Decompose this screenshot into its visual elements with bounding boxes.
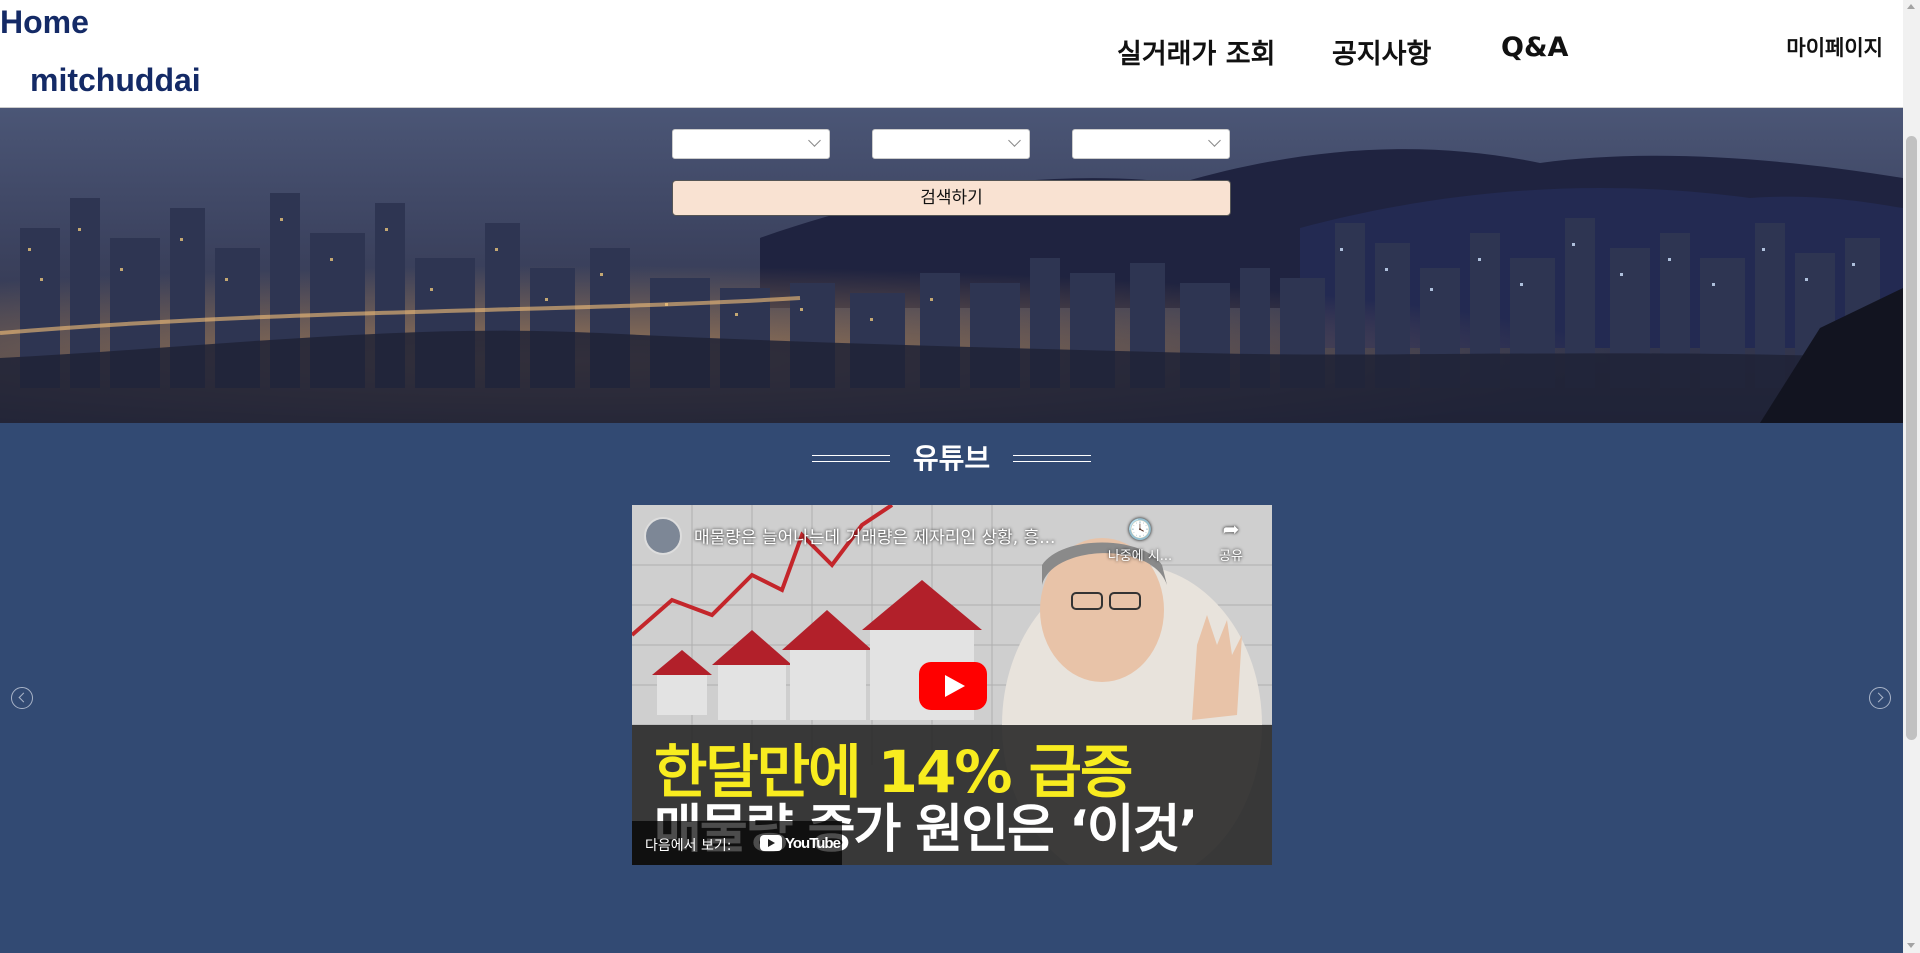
- share-icon: ➦: [1222, 517, 1240, 541]
- chevron-down-icon: [808, 134, 821, 147]
- youtube-video-embed[interactable]: 매물량은 늘어나는데 거래량은 제자리인 상황, 흥... 🕓 나중에 시...…: [632, 505, 1272, 865]
- youtube-logo-text: YouTube: [785, 834, 841, 852]
- mypage-link[interactable]: 마이페이지: [1786, 32, 1883, 62]
- youtube-section: 유튜브 매물량은 늘어나는데 거래량은 제자리인 상황, 흥... 🕓 나중에 …: [0, 423, 1903, 953]
- page-scrollbar[interactable]: [1903, 0, 1920, 953]
- channel-avatar[interactable]: [644, 517, 682, 555]
- youtube-play-icon: [760, 835, 782, 851]
- watch-later-label: 나중에 시...: [1107, 549, 1173, 564]
- chevron-left-icon: [18, 692, 29, 703]
- chevron-right-icon: [1873, 692, 1884, 703]
- carousel-prev-button[interactable]: [11, 687, 33, 709]
- share-label: 공유: [1219, 549, 1243, 564]
- nav-item-transaction-price[interactable]: 실거래가 조회: [1117, 32, 1275, 71]
- hero-banner: 검색하기: [0, 108, 1903, 423]
- search-button[interactable]: 검색하기: [672, 180, 1231, 216]
- home-link[interactable]: Home: [0, 4, 89, 41]
- region-select-3[interactable]: [1072, 129, 1230, 159]
- watch-on-label: 다음에서 보기:: [645, 838, 732, 854]
- carousel-next-button[interactable]: [1869, 687, 1891, 709]
- section-title: 유튜브: [912, 442, 991, 475]
- youtube-logo[interactable]: YouTube: [760, 832, 841, 854]
- chevron-down-icon: [1208, 134, 1221, 147]
- scroll-up-arrow-icon[interactable]: [1907, 4, 1915, 9]
- site-logo[interactable]: mitchuddai: [30, 62, 201, 99]
- scrollbar-thumb[interactable]: [1906, 136, 1917, 740]
- nav-item-qna[interactable]: Q&A: [1501, 32, 1568, 63]
- region-select-1[interactable]: [672, 129, 830, 159]
- clock-icon: 🕓: [1127, 517, 1153, 541]
- page: Home mitchuddai 실거래가 조회 공지사항 Q&A 마이페이지 검…: [0, 0, 1903, 953]
- title-divider-right: [1013, 455, 1091, 462]
- chevron-down-icon: [1008, 134, 1021, 147]
- play-button[interactable]: [919, 662, 987, 710]
- share-button[interactable]: ➦ 공유: [1206, 517, 1256, 564]
- nav-item-notice[interactable]: 공지사항: [1332, 32, 1431, 71]
- site-header: Home mitchuddai 실거래가 조회 공지사항 Q&A 마이페이지: [0, 0, 1903, 108]
- video-title[interactable]: 매물량은 늘어나는데 거래량은 제자리인 상황, 흥...: [694, 523, 1055, 548]
- scroll-down-arrow-icon[interactable]: [1907, 943, 1915, 948]
- watch-later-button[interactable]: 🕓 나중에 시...: [1100, 517, 1180, 564]
- watch-on-youtube-bar[interactable]: 다음에서 보기: YouTube: [632, 821, 842, 865]
- region-select-2[interactable]: [872, 129, 1030, 159]
